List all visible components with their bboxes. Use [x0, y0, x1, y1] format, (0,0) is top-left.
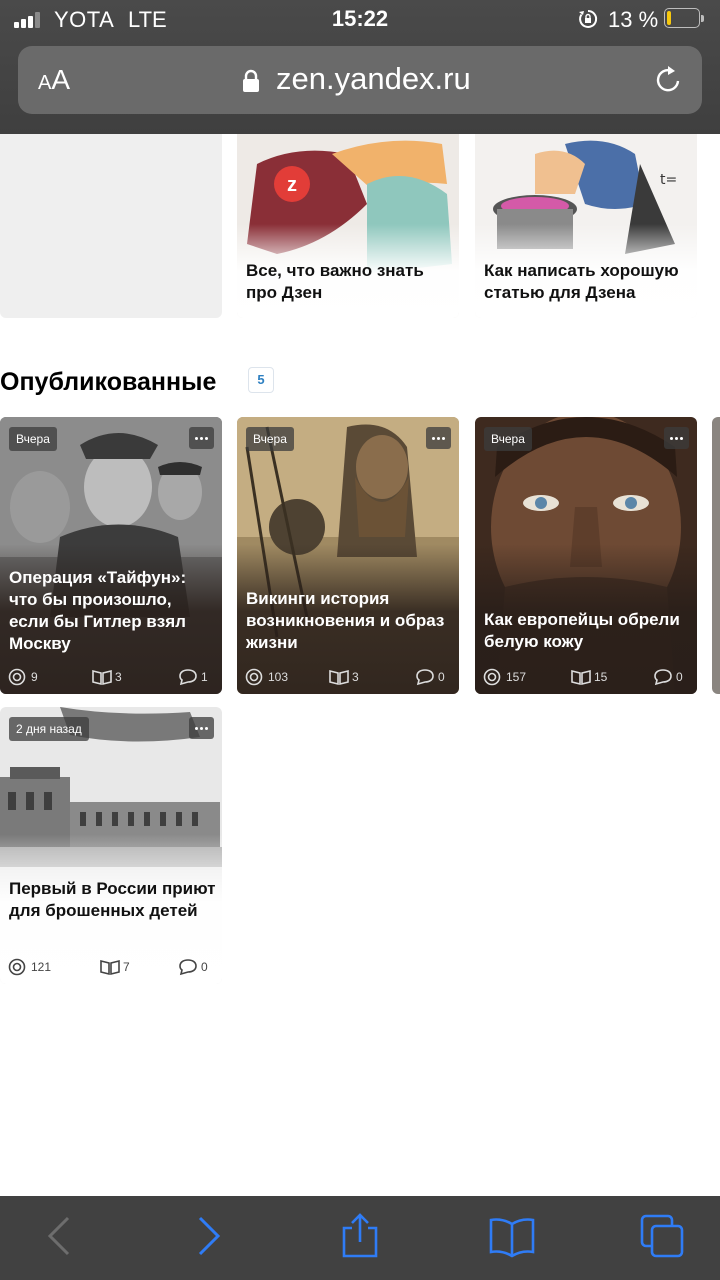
comments-count: 0	[676, 670, 683, 684]
card-title: Как написать хорошую статью для Дзена	[484, 261, 679, 302]
battery-level	[667, 11, 671, 25]
article-stats: 121 7 0	[8, 958, 214, 976]
views-icon	[8, 958, 26, 976]
article-title: Первый в России приют для брошенных дете…	[9, 879, 216, 920]
svg-text:t=: t=	[660, 172, 677, 188]
date-badge: 2 дня назад	[9, 717, 89, 741]
card-title: Все, что важно знать про Дзен	[246, 261, 424, 302]
article-title: Операция «Тайфун»: что бы произошло, есл…	[9, 568, 187, 653]
article-card[interactable]: z Все, что важно знать про Дзен	[237, 134, 459, 318]
article-title: Викинги история возникновения и образ жи…	[246, 589, 445, 652]
published-article-card[interactable]: Вчера Операция «Тайфун»: что бы произошл…	[0, 417, 222, 694]
text-size-small: A	[38, 72, 52, 94]
page-content: z Все, что важно знать про Дзен t= Как н…	[0, 134, 720, 1196]
article-title: Как европейцы обрели белую кожу	[484, 610, 680, 651]
more-options-icon[interactable]	[189, 717, 214, 739]
browser-chrome: YOTA LTE 15:22 13 % AA zen.yandex.ru	[0, 0, 720, 134]
views-count: 103	[268, 670, 289, 684]
article-stats: 157 15 0	[483, 668, 689, 686]
tabs-icon[interactable]	[638, 1212, 686, 1260]
reload-icon[interactable]	[652, 64, 684, 96]
more-options-icon[interactable]	[426, 427, 451, 449]
published-article-card[interactable]: Вчера Как европейцы обрели белую кожу 15…	[475, 417, 697, 694]
safari-toolbar	[0, 1196, 720, 1280]
views-icon	[483, 668, 501, 686]
section-title: Опубликованные	[0, 368, 217, 396]
bookmarks-icon[interactable]	[488, 1212, 536, 1260]
reads-count: 3	[115, 670, 122, 684]
comments-icon	[416, 669, 434, 686]
reads-count: 3	[352, 670, 359, 684]
views-count: 121	[31, 960, 52, 974]
text-size-big: A	[51, 64, 71, 95]
status-bar: YOTA LTE 15:22 13 %	[0, 0, 720, 40]
article-stats: 9 3 1	[8, 668, 214, 686]
battery-icon	[664, 8, 704, 30]
battery-percent: 13 %	[608, 7, 659, 32]
reads-icon	[100, 959, 120, 976]
url-text[interactable]: zen.yandex.ru	[276, 61, 471, 97]
svg-text:z: z	[287, 174, 297, 196]
views-icon	[245, 668, 263, 686]
comments-count: 0	[201, 960, 208, 974]
published-article-card[interactable]: 2 дня назад Первый в России приют для бр…	[0, 707, 222, 984]
date-badge: Вчера	[9, 427, 57, 451]
placeholder-card	[0, 134, 222, 318]
date-badge: Вчера	[484, 427, 532, 451]
more-options-icon[interactable]	[664, 427, 689, 449]
reads-count: 7	[123, 960, 130, 974]
comments-count: 1	[201, 670, 208, 684]
published-article-card-partial[interactable]	[712, 417, 720, 694]
date-badge: Вчера	[246, 427, 294, 451]
rotation-lock-icon	[579, 9, 598, 28]
views-count: 9	[31, 670, 38, 684]
comments-icon	[179, 959, 197, 976]
views-icon	[8, 668, 26, 686]
lock-icon	[243, 69, 259, 92]
reads-icon	[329, 669, 349, 686]
comments-icon	[179, 669, 197, 686]
article-stats: 103 3 0	[245, 668, 451, 686]
published-article-card[interactable]: Вчера Викинги история возникновения и об…	[237, 417, 459, 694]
back-icon[interactable]	[36, 1212, 84, 1260]
reads-count: 15	[594, 670, 608, 684]
share-icon[interactable]	[336, 1212, 384, 1260]
comments-count: 0	[438, 670, 445, 684]
text-size-button[interactable]: AA	[38, 64, 70, 96]
views-count: 157	[506, 670, 527, 684]
reads-icon	[571, 669, 591, 686]
forward-icon[interactable]	[184, 1212, 232, 1260]
comments-icon	[654, 669, 672, 686]
reads-icon	[92, 669, 112, 686]
address-bar[interactable]: AA zen.yandex.ru	[18, 46, 702, 114]
published-count-badge: 5	[248, 367, 274, 393]
more-options-icon[interactable]	[189, 427, 214, 449]
article-card[interactable]: t= Как написать хорошую статью для Дзена	[475, 134, 697, 318]
